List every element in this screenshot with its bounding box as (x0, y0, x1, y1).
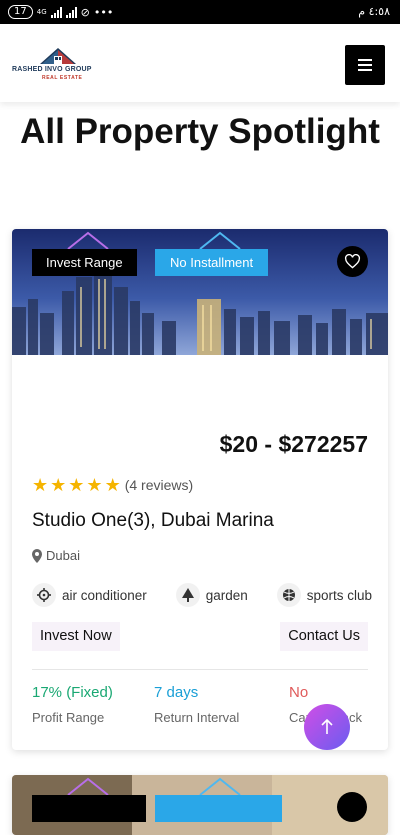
return-interval-value: 7 days (154, 684, 199, 701)
amenity-garden: garden (175, 583, 248, 607)
rating: ★ ★ ★ ★ ★ (4 reviews) (32, 476, 193, 494)
profit-range-value: 17% (Fixed) (32, 684, 113, 701)
network-type: 4G (36, 7, 47, 16)
logo-text: RASHED INVO GROUP (12, 66, 92, 73)
arrow-up-icon (321, 719, 333, 734)
hamburger-line (358, 69, 372, 71)
card-actions: Invest Now Contact Us (32, 622, 368, 651)
reviews-count[interactable]: (4 reviews) (125, 477, 193, 493)
more-notifications: ••• (93, 5, 114, 19)
logo[interactable]: RASHED INVO GROUP REAL ESTATE (12, 44, 104, 84)
amenity-label: sports club (306, 587, 372, 603)
status-bar: 17 4G ⊘ ••• ٤:٥٨ م (0, 0, 400, 24)
signal-icon-2 (65, 6, 77, 18)
profit-range-label: Profit Range (32, 710, 105, 725)
amenities: air conditioner garden sports club (32, 583, 372, 607)
stat-return-interval: 7 days Return Interval (154, 684, 239, 725)
star-icon: ★ (32, 475, 49, 495)
map-pin-icon (32, 548, 42, 563)
property-card[interactable]: Invest Range No Installment $20 - $27225… (12, 229, 388, 750)
site-header: RASHED INVO GROUP REAL ESTATE (0, 24, 400, 102)
location-text: Dubai (46, 548, 80, 563)
star-icon: ★ (50, 475, 67, 495)
property-image-next (12, 775, 388, 835)
hamburger-line (358, 64, 372, 66)
hamburger-icon (358, 59, 372, 61)
amenity-label: garden (205, 587, 248, 603)
amenity-sports-club: sports club (276, 583, 372, 607)
amenity-label: air conditioner (62, 587, 147, 603)
amenity-air-conditioner: air conditioner (32, 583, 147, 607)
city-skyline-image (12, 229, 388, 355)
page-title: All Property Spotlight (20, 112, 380, 151)
crosshair-icon (32, 583, 56, 607)
signal-icon (50, 6, 62, 18)
favorite-button[interactable] (337, 246, 368, 277)
property-image[interactable]: Invest Range No Installment (12, 229, 388, 355)
capital-back-value: No (289, 684, 309, 701)
scroll-to-top-button[interactable] (304, 704, 350, 750)
sim-badge: 17 (8, 5, 33, 19)
logo-subtext: REAL ESTATE (42, 75, 83, 81)
status-left: 17 4G ⊘ ••• (8, 5, 113, 19)
invest-now-button[interactable]: Invest Now (32, 622, 120, 651)
price-range: $20 - $272257 (219, 431, 368, 457)
property-title[interactable]: Studio One(3), Dubai Marina (32, 510, 274, 532)
installment-badge[interactable]: No Installment (155, 249, 269, 276)
return-interval-label: Return Interval (154, 710, 240, 725)
star-icon: ★ (86, 475, 103, 495)
menu-button[interactable] (345, 45, 385, 85)
location: Dubai (32, 548, 80, 563)
status-time: ٤:٥٨ م (358, 5, 390, 18)
tree-icon (175, 583, 200, 607)
divider (32, 669, 368, 670)
wifi-off-icon: ⊘ (80, 5, 90, 19)
property-card-next[interactable] (12, 775, 388, 835)
star-icon: ★ (104, 475, 121, 495)
ball-icon (276, 583, 301, 607)
invest-range-badge[interactable]: Invest Range (32, 249, 137, 276)
contact-us-button[interactable]: Contact Us (280, 622, 368, 651)
heart-icon (344, 254, 361, 269)
star-icon: ★ (68, 475, 85, 495)
stat-profit-range: 17% (Fixed) Profit Range (32, 684, 113, 725)
